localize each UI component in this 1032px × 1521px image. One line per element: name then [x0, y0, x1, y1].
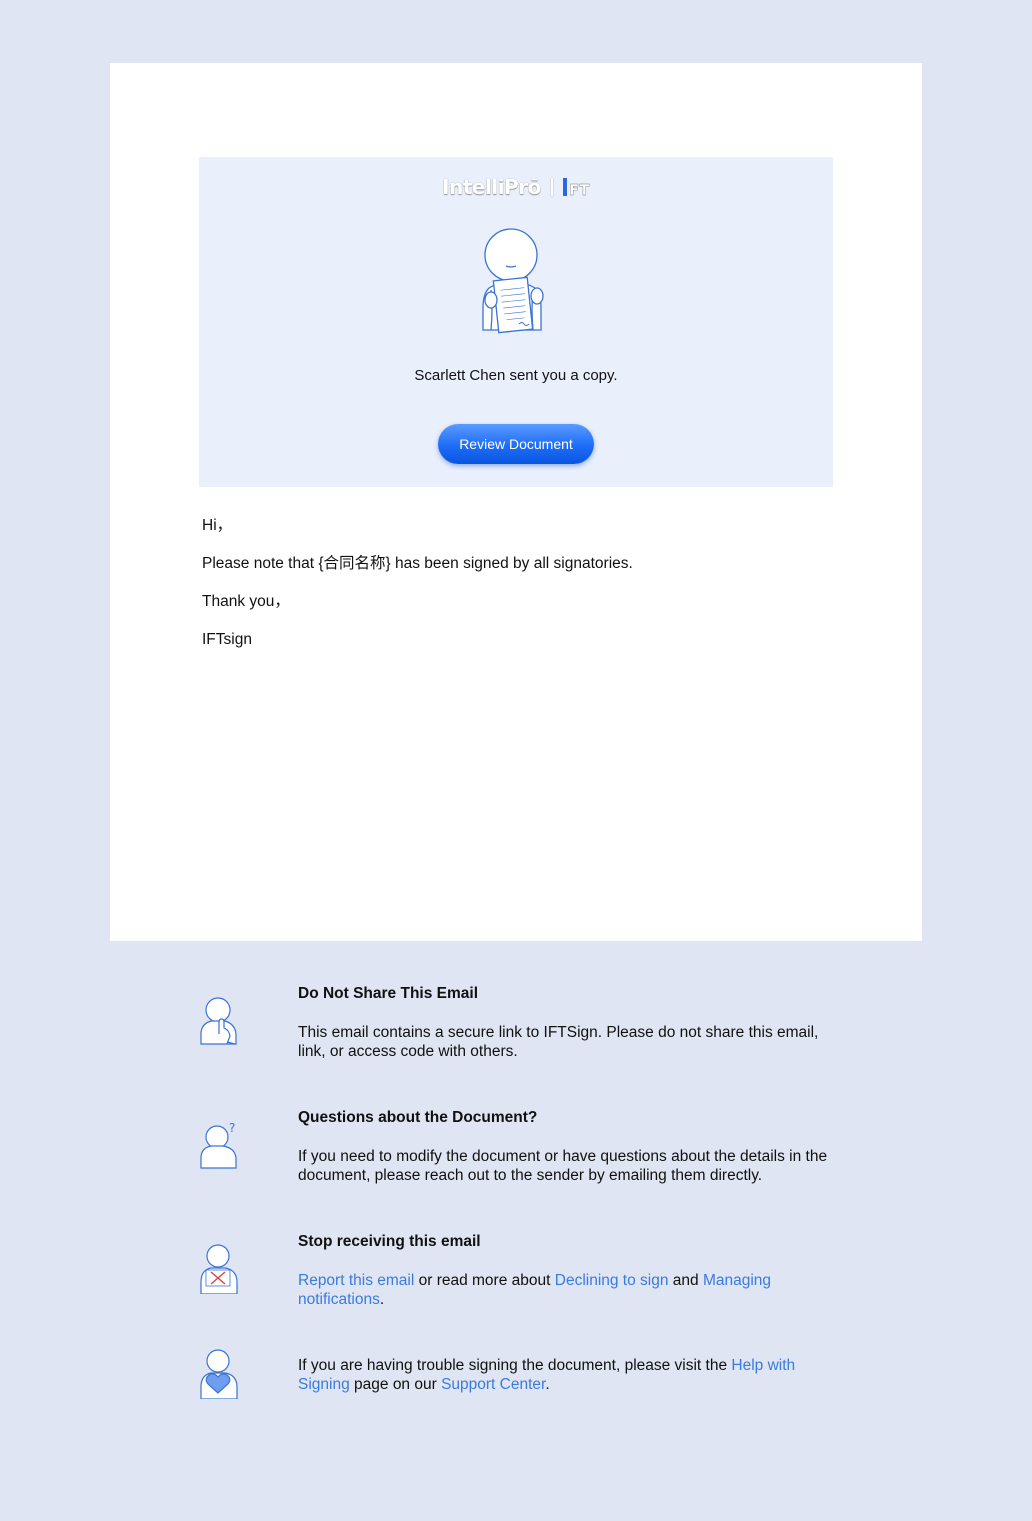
footer-content: Stop receiving this email Report this em…	[298, 1232, 828, 1309]
greeting: Hi，	[202, 517, 233, 534]
signature: IFTsign	[202, 631, 252, 648]
declining-to-sign-link[interactable]: Declining to sign	[555, 1272, 669, 1289]
person-shush-icon	[200, 997, 237, 1045]
brand-logo: IntelliPrō FT	[199, 175, 833, 203]
email-body: Hi， Please note that {合同名称} has been sig…	[202, 516, 633, 668]
footer-text: .	[545, 1376, 550, 1393]
person-with-document-illustration	[482, 228, 544, 334]
footer-desc: Report this email or read more about Dec…	[298, 1271, 828, 1309]
report-email-link[interactable]: Report this email	[298, 1272, 414, 1289]
footer-title: Stop receiving this email	[298, 1233, 481, 1250]
person-question-icon: ?	[200, 1121, 237, 1169]
footer-text: page on our	[349, 1376, 442, 1393]
footer-title: Questions about the Document?	[298, 1109, 538, 1126]
footer-text: If you are having trouble signing the do…	[298, 1357, 732, 1374]
footer-desc: If you are having trouble signing the do…	[298, 1356, 828, 1394]
footer-desc: If you need to modify the document or ha…	[298, 1148, 828, 1184]
person-decline-icon	[200, 1244, 238, 1294]
person-heart-icon	[200, 1349, 238, 1399]
body-line: Please note that {合同名称} has been signed …	[202, 555, 633, 572]
review-document-button[interactable]: Review Document	[438, 424, 594, 464]
footer-content: Questions about the Document? If you nee…	[298, 1108, 828, 1185]
footer-content: If you are having trouble signing the do…	[298, 1356, 828, 1394]
logo-separator	[550, 178, 553, 196]
footer-content: Do Not Share This Email This email conta…	[298, 984, 828, 1061]
thanks-line: Thank you，	[202, 593, 290, 610]
hero-message: Scarlett Chen sent you a copy.	[414, 367, 618, 384]
footer-text: .	[379, 1291, 385, 1308]
brand-logo-mark-icon: FT	[562, 178, 590, 198]
footer-desc: This email contains a secure link to IFT…	[298, 1024, 819, 1060]
brand-logo-text: IntelliPrō	[442, 175, 541, 199]
svg-text:?: ?	[229, 1121, 235, 1135]
footer-text: and	[668, 1272, 703, 1289]
hero-banner: IntelliPrō FT Scarlett Chen sent you a c…	[199, 157, 833, 487]
brand-logo-mark-text: FT	[569, 181, 590, 198]
support-center-link[interactable]: Support Center	[441, 1376, 545, 1393]
footer-title: Do Not Share This Email	[298, 985, 479, 1002]
email-card: IntelliPrō FT Scarlett Chen sent you a c…	[110, 63, 922, 941]
footer-text: or read more about	[414, 1272, 555, 1289]
